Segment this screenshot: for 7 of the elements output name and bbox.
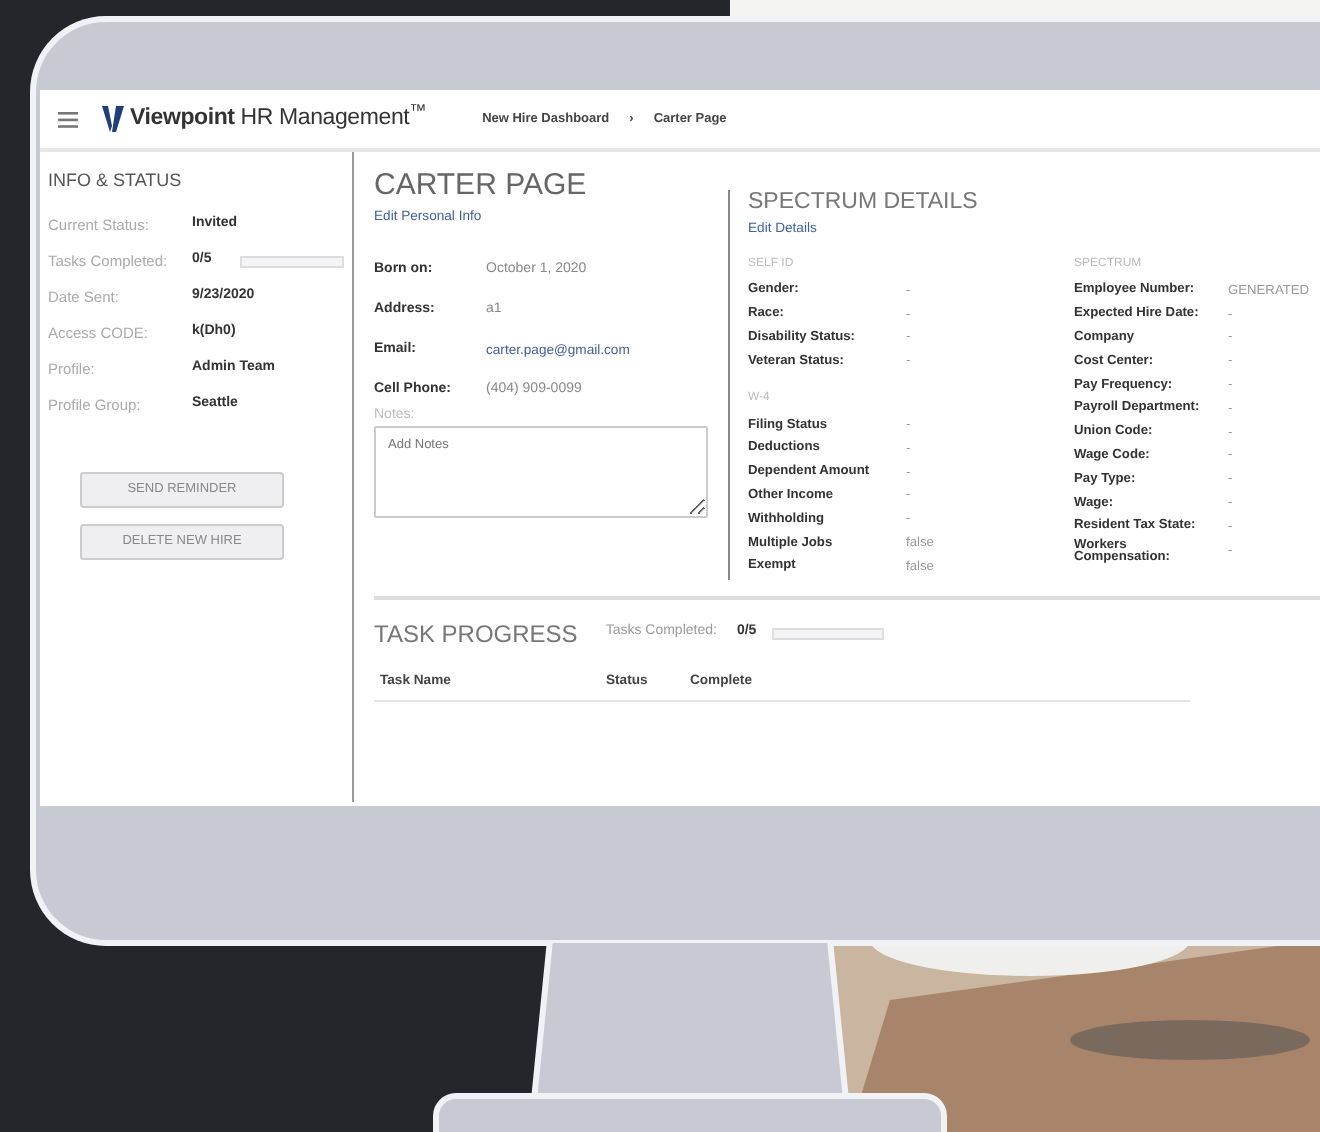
section-title: TASK PROGRESS: [374, 617, 578, 652]
brand-name: Viewpoint HR Management$^{™}$: [130, 101, 427, 134]
menu-icon[interactable]: [58, 111, 78, 127]
logo-icon: [102, 106, 124, 132]
section-title: SPECTRUM DETAILS: [748, 190, 980, 216]
page-title: CARTER PAGE: [374, 170, 589, 203]
section-title: INFO & STATUS: [48, 168, 184, 194]
